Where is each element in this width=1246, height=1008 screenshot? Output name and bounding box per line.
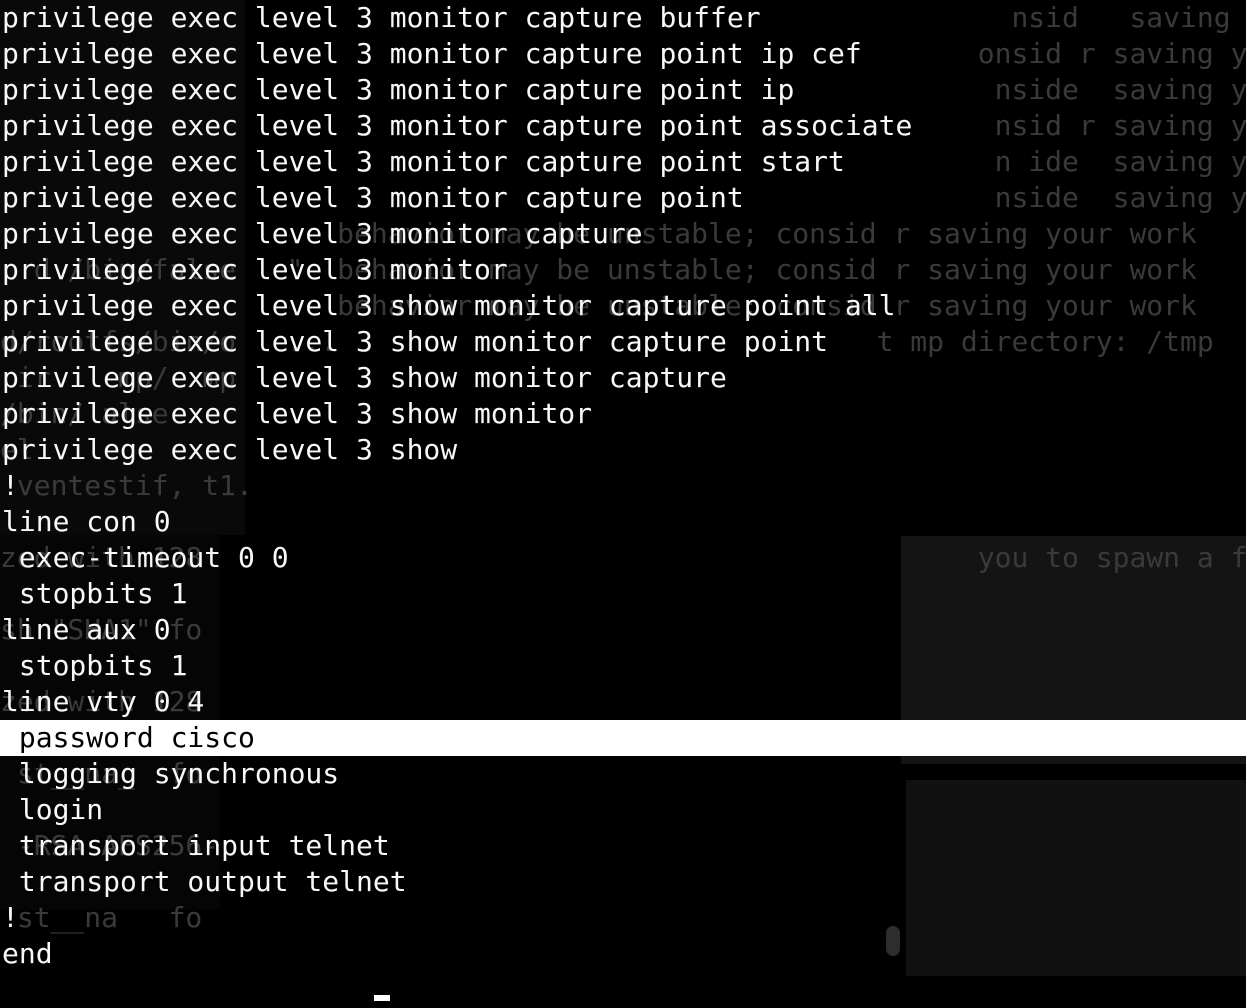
- config-line: exec-timeout 0 0: [0, 540, 1246, 576]
- config-line: privilege exec level 3 monitor capture p…: [0, 72, 1246, 108]
- config-line: privilege exec level 3 show: [0, 432, 1246, 468]
- cursor-line: [0, 972, 1246, 1008]
- config-line: privilege exec level 3 monitor: [0, 252, 1246, 288]
- config-line: line vty 0 4: [0, 684, 1246, 720]
- config-line: privilege exec level 3 monitor capture b…: [0, 0, 1246, 36]
- config-line: stopbits 1: [0, 576, 1246, 612]
- config-line: transport input telnet: [0, 828, 1246, 864]
- config-line: privilege exec level 3 monitor capture: [0, 216, 1246, 252]
- config-line: privilege exec level 3 monitor capture p…: [0, 144, 1246, 180]
- config-line: privilege exec level 3 monitor capture p…: [0, 108, 1246, 144]
- config-line-highlighted: password cisco: [0, 720, 1246, 756]
- config-line: transport output telnet: [0, 864, 1246, 900]
- terminal-output[interactable]: privilege exec level 3 monitor capture b…: [0, 0, 1246, 1008]
- terminal-cursor: [374, 995, 390, 1001]
- config-line: end: [0, 936, 1246, 972]
- config-line: privilege exec level 3 show monitor: [0, 396, 1246, 432]
- config-line: logging synchronous: [0, 756, 1246, 792]
- config-line: privilege exec level 3 show monitor capt…: [0, 324, 1246, 360]
- config-line: line aux 0: [0, 612, 1246, 648]
- config-line: privilege exec level 3 monitor capture p…: [0, 36, 1246, 72]
- config-line: stopbits 1: [0, 648, 1246, 684]
- config-line: login: [0, 792, 1246, 828]
- config-line: privilege exec level 3 show monitor capt…: [0, 360, 1246, 396]
- config-line: !: [0, 468, 1246, 504]
- config-line: privilege exec level 3 monitor capture p…: [0, 180, 1246, 216]
- config-line: line con 0: [0, 504, 1246, 540]
- config-line: privilege exec level 3 show monitor capt…: [0, 288, 1246, 324]
- config-line: !: [0, 900, 1246, 936]
